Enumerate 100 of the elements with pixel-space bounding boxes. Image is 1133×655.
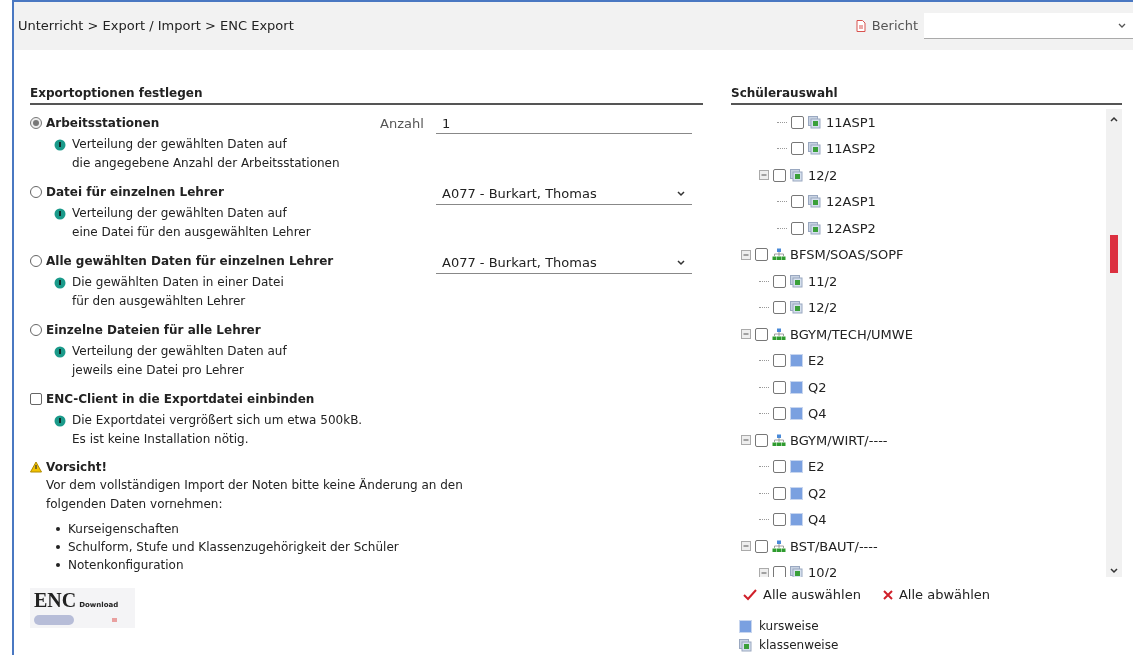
collapse-icon[interactable] xyxy=(759,567,769,577)
checkbox[interactable] xyxy=(773,566,786,577)
checkbox[interactable] xyxy=(773,168,786,182)
scroll-down-icon[interactable] xyxy=(1109,567,1119,575)
teacher-dropdown[interactable]: A077 - Burkart, Thomas xyxy=(436,183,692,205)
checkbox[interactable] xyxy=(755,433,768,447)
field-label: Anzahl xyxy=(380,115,425,133)
square-icon xyxy=(790,354,804,368)
teacher-dropdown[interactable]: A077 - Burkart, Thomas xyxy=(436,252,692,274)
stacked-squares-icon xyxy=(808,221,822,235)
legend-label: klassenweise xyxy=(759,637,839,654)
square-icon xyxy=(790,513,804,527)
tree-item[interactable]: Q4 xyxy=(808,404,827,424)
option-label[interactable]: Einzelne Dateien für alle Lehrer xyxy=(46,321,261,339)
chevron-down-icon xyxy=(676,259,686,266)
collapse-icon[interactable] xyxy=(741,249,751,260)
check-icon xyxy=(743,588,757,601)
option-label[interactable]: ENC-Client in die Exportdatei einbinden xyxy=(46,390,315,408)
bullet-icon xyxy=(56,545,60,549)
checkbox[interactable] xyxy=(773,274,786,288)
checkbox[interactable] xyxy=(755,327,768,341)
tree-item[interactable]: BFSM/SOAS/SOPF xyxy=(790,245,904,265)
checkbox[interactable] xyxy=(755,539,768,553)
checkbox[interactable] xyxy=(773,486,786,500)
warning-text: Vor dem vollständigen Import der Noten bitte keine Änderung an den folgenden Daten vornehmen: xyxy=(45,477,464,513)
collapse-icon[interactable] xyxy=(759,170,769,181)
checkbox[interactable] xyxy=(773,380,786,394)
tree-item[interactable]: 11/2 xyxy=(808,271,838,291)
checkbox[interactable] xyxy=(791,142,804,156)
checkbox[interactable] xyxy=(755,248,768,262)
radio-button[interactable] xyxy=(30,255,42,267)
checkbox[interactable] xyxy=(773,354,786,368)
collapse-icon[interactable] xyxy=(741,541,751,552)
info-icon xyxy=(54,346,66,358)
square-icon xyxy=(790,380,804,394)
tree-item[interactable]: 12/2 xyxy=(808,165,838,185)
collapse-icon[interactable] xyxy=(741,435,751,446)
scrollbar[interactable] xyxy=(1106,109,1122,577)
close-icon xyxy=(882,589,893,600)
tree-item[interactable]: BST/BAUT/---- xyxy=(790,536,878,556)
radio-button[interactable] xyxy=(30,186,42,198)
hierarchy-icon xyxy=(772,327,786,341)
checkbox[interactable] xyxy=(773,301,786,315)
info-text: Verteilung der gewählten Daten auf jeweils eine Datei pro Lehrer xyxy=(72,343,287,379)
breadcrumb: Unterricht > Export / Import > ENC Export xyxy=(18,17,294,36)
tree-item[interactable]: Q4 xyxy=(808,510,827,530)
checkbox[interactable] xyxy=(791,195,804,209)
select-all-link[interactable]: Alle auswählen xyxy=(743,585,861,605)
checkbox[interactable] xyxy=(30,393,42,405)
info-icon xyxy=(54,277,66,289)
hierarchy-icon xyxy=(772,248,786,262)
tree-item[interactable]: BGYM/WIRT/---- xyxy=(790,430,888,450)
section-heading: Exportoptionen festlegen xyxy=(30,84,703,105)
tree-item[interactable]: 12ASP2 xyxy=(826,218,876,238)
square-icon xyxy=(790,407,804,421)
checkbox[interactable] xyxy=(791,221,804,235)
scroll-thumb[interactable] xyxy=(1110,235,1118,273)
section-heading: Schülerauswahl xyxy=(731,84,1122,105)
info-text: Die Exportdatei vergrößert sich um etwa 500kB. Es ist keine Installation nötig. xyxy=(72,412,363,448)
stacked-squares-icon xyxy=(808,142,822,156)
checkbox[interactable] xyxy=(773,460,786,474)
info-icon xyxy=(54,139,66,151)
chevron-down-icon xyxy=(1117,22,1127,29)
tree-item[interactable]: 12ASP1 xyxy=(826,192,876,212)
stacked-squares-icon xyxy=(790,301,804,315)
tree-item[interactable]: 12/2 xyxy=(808,298,838,318)
stacked-squares-icon xyxy=(808,195,822,209)
stacked-squares-icon xyxy=(808,115,822,129)
scroll-up-icon[interactable] xyxy=(1109,115,1119,123)
checkbox[interactable] xyxy=(773,407,786,421)
collapse-icon[interactable] xyxy=(741,329,751,340)
tree-item[interactable]: E2 xyxy=(808,351,825,371)
checkbox[interactable] xyxy=(791,115,804,129)
list-item-text: Kurseigenschaften xyxy=(68,521,179,538)
bullet-icon xyxy=(56,563,60,567)
count-input[interactable]: 1 xyxy=(436,114,692,134)
info-text: Die gewählten Daten in einer Datei für den ausgewählten Lehrer xyxy=(72,274,284,310)
info-icon xyxy=(54,415,66,427)
stacked-squares-icon xyxy=(790,168,804,182)
tree-item[interactable]: Q2 xyxy=(808,483,827,503)
tree-item[interactable]: 11ASP1 xyxy=(826,112,876,132)
list-item-text: Schulform, Stufe und Klassenzugehörigkeit der Schüler xyxy=(68,539,399,556)
option-label[interactable]: Arbeitsstationen xyxy=(46,114,160,132)
info-icon xyxy=(54,208,66,220)
report-dropdown[interactable] xyxy=(924,13,1133,39)
radio-button[interactable] xyxy=(30,117,42,129)
stacked-squares-icon xyxy=(739,638,753,652)
checkbox[interactable] xyxy=(773,513,786,527)
stacked-squares-icon xyxy=(790,566,804,577)
tree-item[interactable]: 11ASP2 xyxy=(826,139,876,159)
deselect-all-link[interactable]: Alle abwählen xyxy=(882,585,991,605)
option-label[interactable]: Datei für einzelnen Lehrer xyxy=(46,183,224,201)
tree-item[interactable]: BGYM/TECH/UMWE xyxy=(790,324,913,344)
square-icon xyxy=(790,486,804,500)
tree-item[interactable]: Q2 xyxy=(808,377,827,397)
chevron-down-icon xyxy=(676,190,686,197)
radio-button[interactable] xyxy=(30,324,42,336)
tree-item[interactable]: E2 xyxy=(808,457,825,477)
option-label[interactable]: Alle gewählten Daten für einzelnen Lehrer xyxy=(46,252,334,270)
hierarchy-icon xyxy=(772,539,786,553)
